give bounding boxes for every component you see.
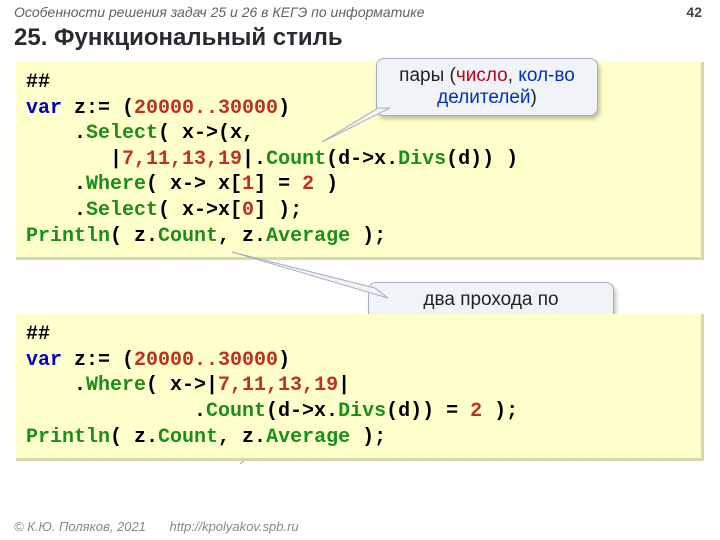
code-line: var z:= (20000..30000) xyxy=(26,348,691,374)
code-line: |7,11,13,19|.Count(d->x.Divs(d)) ) xyxy=(26,147,691,173)
code-line: .Where( x-> x[1] = 2 ) xyxy=(26,172,691,198)
header: Особенности решения задач 25 и 26 в КЕГЭ… xyxy=(0,0,720,22)
code-line: .Where( x->|7,11,13,19| xyxy=(26,373,691,399)
code-line: Println( z.Count, z.Average ); xyxy=(26,224,691,250)
callout-pairs: пары (число, кол-во делителей) xyxy=(376,58,598,116)
code-line: .Select( x->x[0] ); xyxy=(26,198,691,224)
code-block-1: ## var z:= (20000..30000) .Select( x->(x… xyxy=(16,62,704,260)
code-line: ## xyxy=(26,322,691,348)
copyright: © К.Ю. Поляков, 2021 xyxy=(14,519,146,534)
header-subtitle: Особенности решения задач 25 и 26 в КЕГЭ… xyxy=(14,4,425,20)
page-number: 42 xyxy=(686,4,702,20)
footer: © К.Ю. Поляков, 2021 http://kpolyakov.sp… xyxy=(14,519,299,534)
code-line: .Select( x->(x, xyxy=(26,121,691,147)
code-line: Println( z.Count, z.Average ); xyxy=(26,425,691,451)
slide-title: 25. Функциональный стиль xyxy=(0,22,720,58)
code-line: .Count(d->x.Divs(d)) = 2 ); xyxy=(26,399,691,425)
code-block-2: ## var z:= (20000..30000) .Where( x->|7,… xyxy=(16,314,704,461)
footer-url: http://kpolyakov.spb.ru xyxy=(170,519,299,534)
